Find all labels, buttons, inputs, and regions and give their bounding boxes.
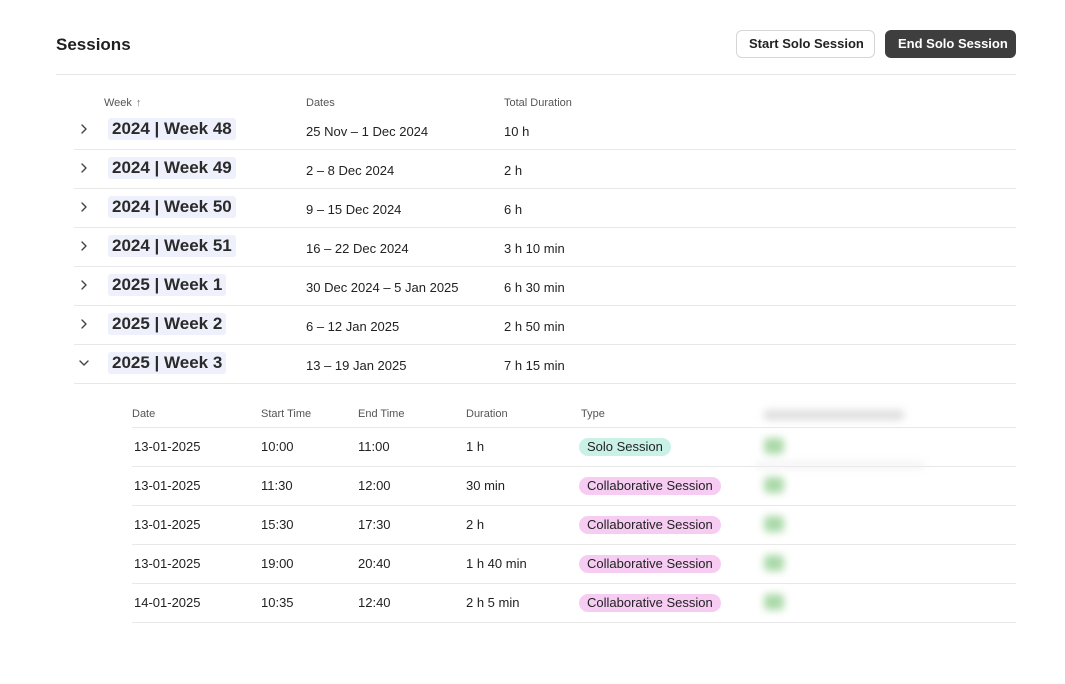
blurred-cell	[764, 477, 784, 493]
chevron-right-icon[interactable]	[78, 278, 90, 292]
week-row[interactable]: 2025 | Week 3 13 – 19 Jan 2025 7 h 15 min	[74, 345, 1016, 384]
week-row[interactable]: 2024 | Week 50 9 – 15 Dec 2024 6 h	[74, 189, 1016, 228]
chevron-right-icon[interactable]	[78, 317, 90, 331]
session-duration: 1 h	[466, 439, 485, 454]
session-date: 13-01-2025	[134, 439, 201, 454]
session-duration: 30 min	[466, 478, 506, 493]
session-end-time: 20:40	[358, 556, 391, 571]
week-label: 2024 | Week 48	[108, 118, 236, 140]
week-dates: 13 – 19 Jan 2025	[306, 358, 407, 373]
blurred-cell	[764, 516, 784, 532]
week-row[interactable]: 2024 | Week 48 25 Nov – 1 Dec 2024 10 h	[74, 111, 1016, 150]
session-duration: 2 h	[466, 517, 485, 532]
chevron-right-icon[interactable]	[78, 122, 90, 136]
session-date: 13-01-2025	[134, 556, 201, 571]
sessions-page: Sessions Start Solo Session End Solo Ses…	[0, 0, 1065, 684]
blurred-header	[764, 410, 904, 420]
week-label: 2024 | Week 50	[108, 196, 236, 218]
session-duration: 1 h 40 min	[466, 556, 527, 571]
sub-column-header-start-time[interactable]: Start Time	[261, 408, 311, 420]
column-header-week[interactable]: Week ↑	[104, 97, 141, 109]
week-dates: 30 Dec 2024 – 5 Jan 2025	[306, 280, 459, 295]
blurred-cell	[764, 438, 784, 454]
session-date: 13-01-2025	[134, 517, 201, 532]
start-solo-session-button[interactable]: Start Solo Session	[736, 30, 875, 58]
column-header-dates[interactable]: Dates	[306, 97, 335, 109]
blurred-column	[756, 402, 924, 612]
week-total-duration: 6 h 30 min	[504, 280, 565, 295]
column-header-total-duration[interactable]: Total Duration	[504, 97, 572, 109]
week-total-duration: 3 h 10 min	[504, 241, 565, 256]
week-total-duration: 7 h 15 min	[504, 358, 565, 373]
sort-ascending-icon: ↑	[135, 97, 142, 109]
session-start-time: 11:30	[261, 478, 293, 493]
week-row[interactable]: 2025 | Week 2 6 – 12 Jan 2025 2 h 50 min	[74, 306, 1016, 345]
session-start-time: 10:35	[261, 595, 294, 610]
sub-column-header-duration[interactable]: Duration	[466, 408, 508, 420]
blurred-divider	[756, 462, 924, 468]
week-label: 2024 | Week 51	[108, 235, 236, 257]
week-total-duration: 2 h 50 min	[504, 319, 565, 334]
week-total-duration: 2 h	[504, 163, 523, 178]
chevron-right-icon[interactable]	[78, 200, 90, 214]
session-date: 13-01-2025	[134, 478, 201, 493]
end-solo-session-button[interactable]: End Solo Session	[885, 30, 1016, 58]
week-total-duration: 6 h	[504, 202, 523, 217]
session-start-time: 10:00	[261, 439, 294, 454]
week-dates: 9 – 15 Dec 2024	[306, 202, 402, 217]
session-end-time: 12:40	[358, 595, 391, 610]
session-row-divider	[132, 622, 1016, 623]
session-date: 14-01-2025	[134, 595, 201, 610]
sub-column-header-type[interactable]: Type	[581, 408, 605, 420]
page-header: Sessions Start Solo Session End Solo Ses…	[56, 28, 1016, 60]
week-row[interactable]: 2025 | Week 1 30 Dec 2024 – 5 Jan 2025 6 h…	[74, 267, 1016, 306]
week-total-duration: 10 h	[504, 124, 530, 139]
page-title: Sessions	[56, 35, 131, 54]
solo-session-badge: Solo Session	[579, 438, 671, 456]
blurred-cell	[764, 555, 784, 571]
session-end-time: 17:30	[358, 517, 391, 532]
header-divider	[56, 74, 1016, 75]
chevron-right-icon[interactable]	[78, 239, 90, 253]
session-start-time: 15:30	[261, 517, 294, 532]
sub-column-header-date[interactable]: Date	[132, 408, 155, 420]
week-dates: 2 – 8 Dec 2024	[306, 163, 395, 178]
week-row[interactable]: 2024 | Week 51 16 – 22 Dec 2024 3 h 10 min	[74, 228, 1016, 267]
collaborative-session-badge: Collaborative Session	[579, 594, 721, 612]
week-label: 2025 | Week 3	[108, 352, 227, 374]
session-duration: 2 h 5 min	[466, 595, 520, 610]
week-dates: 16 – 22 Dec 2024	[306, 241, 409, 256]
week-dates: 6 – 12 Jan 2025	[306, 319, 400, 334]
chevron-down-icon[interactable]	[78, 356, 90, 370]
collaborative-session-badge: Collaborative Session	[579, 555, 721, 573]
chevron-right-icon[interactable]	[78, 161, 90, 175]
collaborative-session-badge: Collaborative Session	[579, 516, 721, 534]
collaborative-session-badge: Collaborative Session	[579, 477, 721, 495]
week-dates: 25 Nov – 1 Dec 2024	[306, 124, 429, 139]
blurred-cell	[764, 594, 784, 610]
column-header-week-label: Week	[104, 97, 132, 109]
week-row[interactable]: 2024 | Week 49 2 – 8 Dec 2024 2 h	[74, 150, 1016, 189]
session-end-time: 11:00	[358, 439, 390, 454]
sub-column-header-end-time[interactable]: End Time	[358, 408, 404, 420]
week-label: 2025 | Week 1	[108, 274, 227, 296]
week-label: 2025 | Week 2	[108, 313, 227, 335]
session-end-time: 12:00	[358, 478, 391, 493]
session-start-time: 19:00	[261, 556, 294, 571]
week-label: 2024 | Week 49	[108, 157, 236, 179]
